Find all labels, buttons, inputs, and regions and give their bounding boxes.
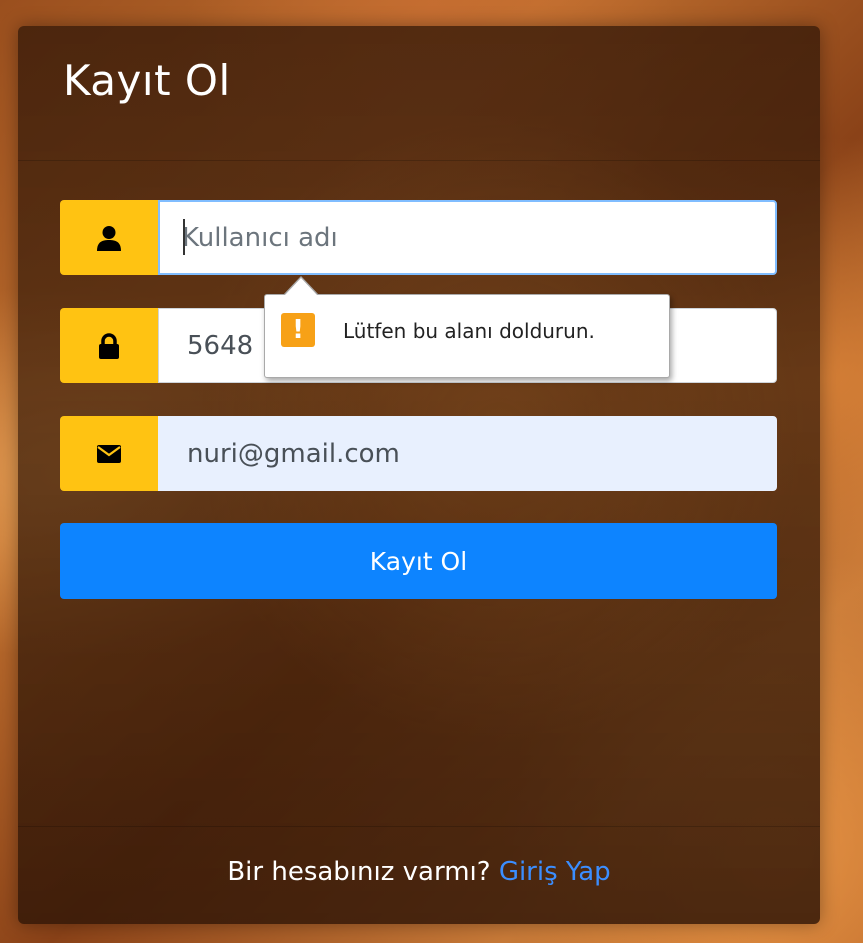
validation-message: Lütfen bu alanı doldurun.: [343, 319, 595, 343]
text-caret: [183, 219, 185, 255]
username-input[interactable]: [158, 200, 777, 275]
register-button[interactable]: Kayıt Ol: [60, 523, 777, 599]
tooltip-arrow-fill: [284, 278, 318, 296]
email-input[interactable]: [158, 416, 777, 491]
card-header: Kayıt Ol: [18, 26, 820, 161]
register-card: Kayıt Ol: [18, 26, 820, 924]
page-title: Kayıt Ol: [63, 56, 231, 105]
email-group: [60, 416, 777, 491]
warning-icon: !: [281, 313, 315, 347]
envelope-icon: [60, 416, 158, 491]
user-icon: [60, 200, 158, 275]
username-group: [60, 200, 777, 275]
login-link[interactable]: Giriş Yap: [499, 857, 611, 887]
lock-icon: [60, 308, 158, 383]
validation-tooltip: ! Lütfen bu alanı doldurun.: [264, 294, 670, 378]
